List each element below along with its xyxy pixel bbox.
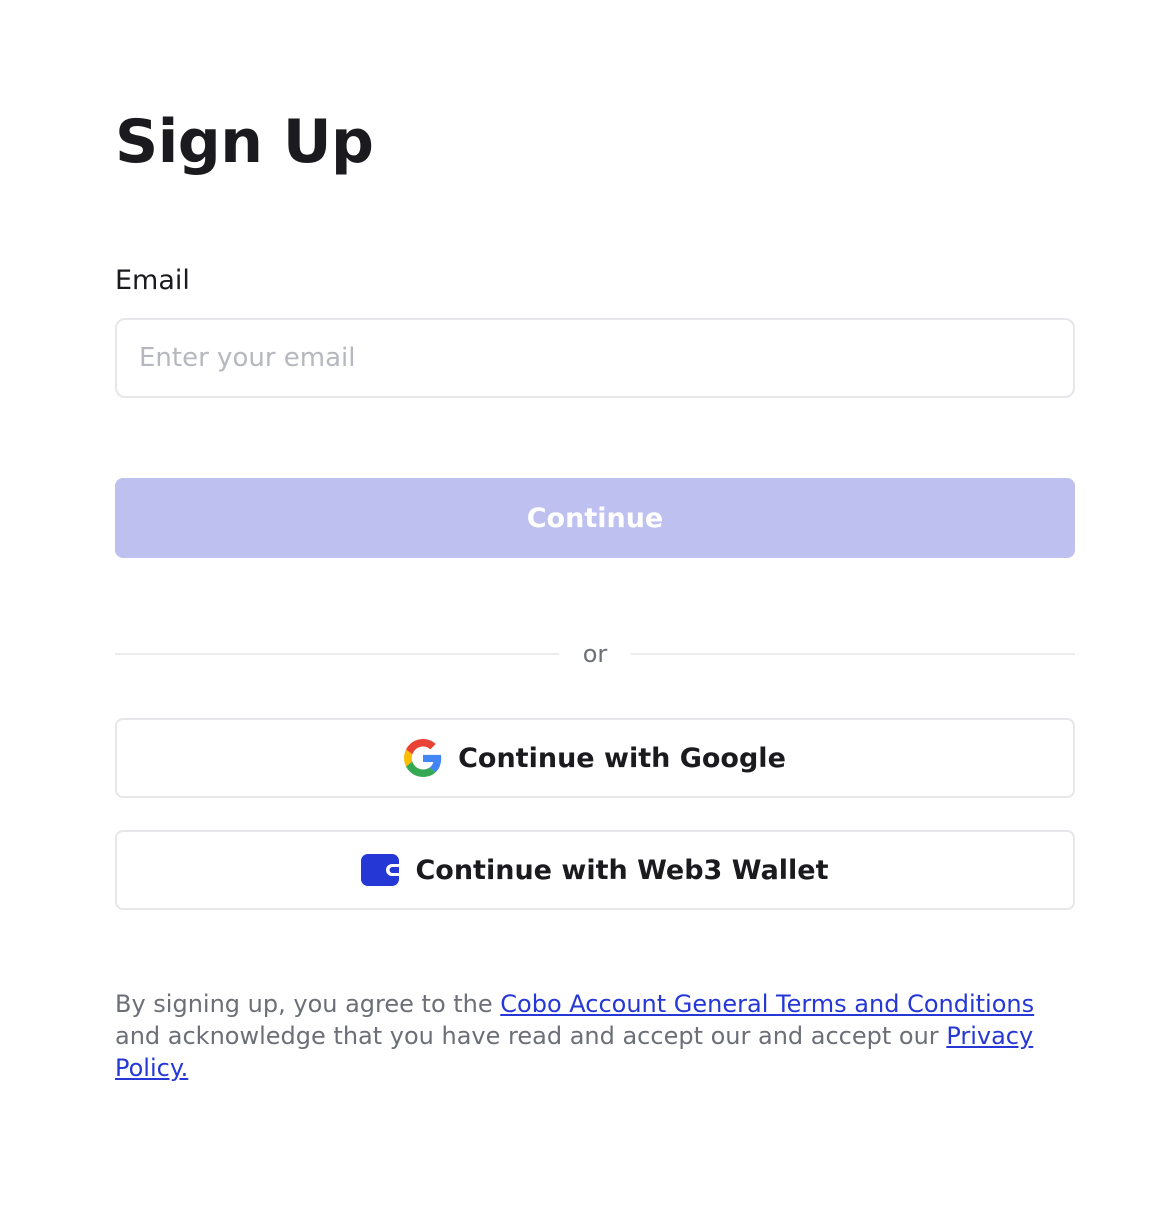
email-field[interactable] [115, 318, 1075, 398]
legal-notice: By signing up, you agree to the Cobo Acc… [115, 988, 1055, 1084]
google-button-label: Continue with Google [458, 742, 786, 774]
divider-line-right [631, 653, 1075, 655]
continue-with-google-button[interactable]: Continue with Google [115, 718, 1075, 798]
email-label: Email [115, 265, 190, 296]
divider-text: or [582, 640, 608, 668]
google-icon [404, 739, 442, 777]
divider-line-left [115, 653, 559, 655]
page-title: Sign Up [115, 107, 374, 177]
terms-link[interactable]: Cobo Account General Terms and Condition… [500, 990, 1034, 1018]
continue-with-web3-wallet-button[interactable]: Continue with Web3 Wallet [115, 830, 1075, 910]
continue-button[interactable]: Continue [115, 478, 1075, 558]
legal-middle: and acknowledge that you have read and a… [115, 1022, 947, 1050]
web3-wallet-button-label: Continue with Web3 Wallet [415, 854, 829, 886]
or-divider: or [115, 636, 1075, 672]
wallet-icon [361, 854, 400, 886]
legal-prefix: By signing up, you agree to the [115, 990, 501, 1018]
